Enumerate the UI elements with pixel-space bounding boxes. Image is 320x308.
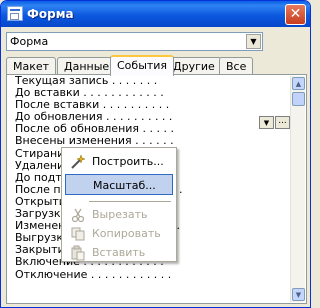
menu-item-paste: Вставить bbox=[65, 242, 173, 263]
window-title: Форма bbox=[27, 7, 74, 21]
property-sheet-window: Форма ✕ Форма ▼ Макет Данные События Дру… bbox=[0, 0, 311, 308]
tab-all[interactable]: Все bbox=[219, 57, 254, 75]
cut-icon bbox=[70, 207, 86, 223]
property-row[interactable]: После об обновления . . . . . bbox=[15, 123, 285, 135]
title-bar[interactable]: Форма ✕ bbox=[1, 1, 310, 27]
paste-icon bbox=[70, 245, 86, 261]
property-row[interactable]: После вставки . . . . . . . . . . bbox=[15, 99, 285, 111]
scroll-down-button[interactable]: ▼ bbox=[292, 288, 305, 301]
property-dropdown-button[interactable]: ▼ bbox=[259, 116, 274, 129]
property-row[interactable]: Внесены изменения . . . . . . bbox=[15, 135, 285, 147]
object-selector[interactable]: Форма ▼ bbox=[6, 32, 263, 51]
vertical-scrollbar[interactable]: ▲ ▼ bbox=[290, 76, 305, 302]
menu-separator bbox=[89, 201, 171, 202]
chevron-down-icon[interactable]: ▼ bbox=[246, 34, 261, 49]
menu-item-cut: Вырезать bbox=[65, 204, 173, 225]
tab-events[interactable]: События bbox=[110, 55, 175, 76]
property-row[interactable]: Текущая запись . . . . . . . bbox=[15, 75, 285, 87]
property-row[interactable]: Отключение . . . . . . . . . . . . bbox=[15, 269, 285, 281]
scroll-thumb[interactable] bbox=[292, 92, 305, 106]
menu-item-label: Масштаб... bbox=[93, 179, 156, 192]
scroll-up-button[interactable]: ▲ bbox=[292, 77, 305, 90]
menu-item-zoom[interactable]: Масштаб... bbox=[65, 174, 173, 195]
property-builder-button[interactable]: ... bbox=[275, 116, 290, 129]
tab-data[interactable]: Данные bbox=[57, 57, 117, 75]
tab-strip: Макет Данные События Другие Все bbox=[6, 55, 306, 76]
menu-item-build[interactable]: Построить... bbox=[65, 151, 173, 172]
build-wand-icon bbox=[70, 154, 86, 170]
form-icon bbox=[7, 6, 23, 21]
copy-icon bbox=[70, 226, 86, 242]
menu-item-label: Вырезать bbox=[92, 208, 148, 221]
property-row[interactable]: До вставки . . . . . . . . . . . . bbox=[15, 87, 285, 99]
object-selector-value: Форма bbox=[10, 35, 49, 48]
context-menu: Построить... Масштаб... Вырезать Копиров… bbox=[61, 147, 177, 262]
menu-item-label: Построить... bbox=[92, 155, 164, 168]
menu-item-label: Вставить bbox=[92, 246, 146, 259]
menu-item-label: Копировать bbox=[92, 227, 161, 240]
tab-other[interactable]: Другие bbox=[166, 57, 222, 75]
menu-item-copy: Копировать bbox=[65, 223, 173, 244]
property-row[interactable]: До обновления . . . . . . . . . . bbox=[15, 111, 285, 123]
close-button[interactable]: ✕ bbox=[285, 4, 306, 25]
tab-layout[interactable]: Макет bbox=[6, 57, 57, 75]
